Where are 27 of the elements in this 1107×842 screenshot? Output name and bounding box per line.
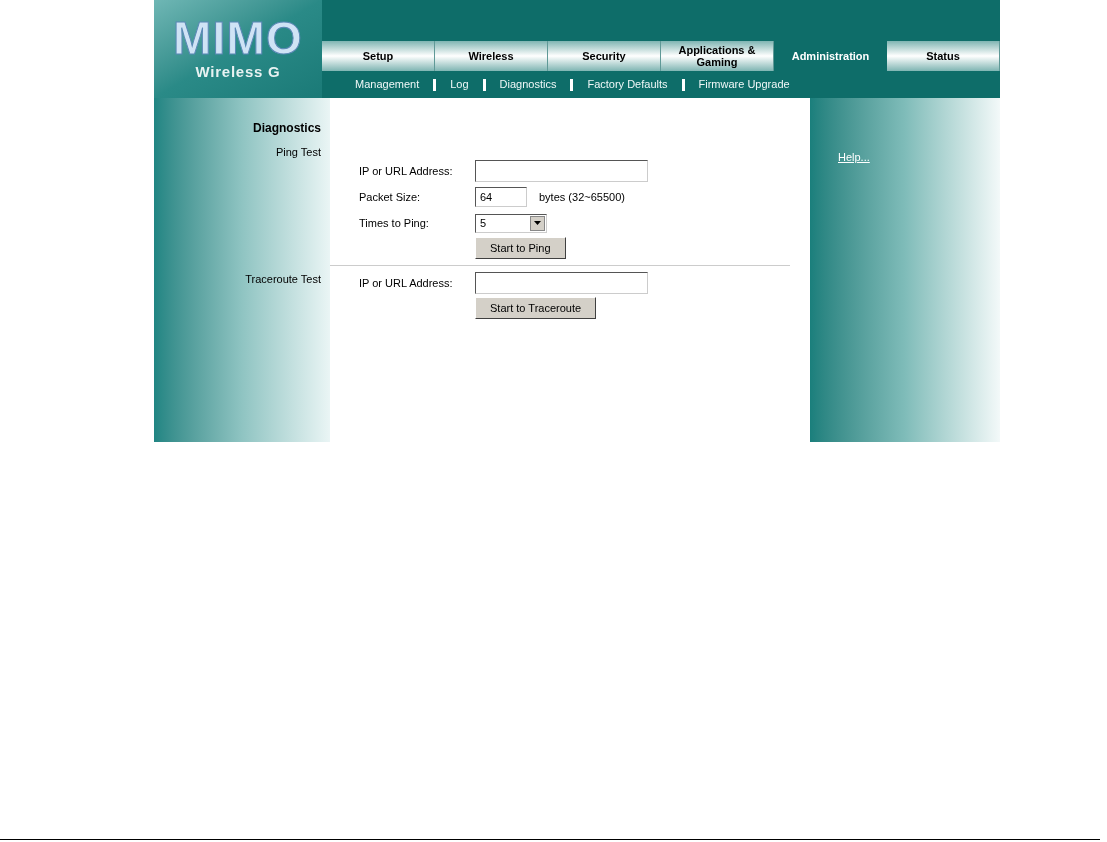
text-field[interactable]: 64 (475, 187, 527, 207)
field-label: Packet Size: (359, 189, 422, 205)
action-button[interactable]: Start to Ping (475, 237, 566, 259)
action-button[interactable]: Start to Traceroute (475, 297, 597, 319)
text-field[interactable] (475, 272, 648, 294)
subnav-link[interactable]: Factory Defaults (587, 76, 668, 93)
field-label: IP or URL Address: (359, 275, 454, 291)
section-label: Ping Test (275, 145, 321, 160)
nav-tab[interactable]: Setup (322, 41, 435, 71)
logo-subtitle: Wireless G (195, 61, 281, 82)
subnav-link[interactable]: Log (450, 76, 469, 93)
sidebar-title: Diagnostics (253, 120, 321, 137)
field-hint: bytes (32~65500) (539, 189, 625, 205)
nav-tab[interactable]: Security (548, 41, 661, 71)
nav-tab[interactable]: Wireless (435, 41, 548, 71)
caret-icon (530, 215, 545, 231)
field-label: IP or URL Address: (359, 163, 454, 179)
section-label: Traceroute Test (245, 272, 321, 287)
subnav-link[interactable]: Firmware Upgrade (698, 76, 790, 93)
subnav-link[interactable]: Management (355, 76, 420, 93)
subnav-link[interactable]: Diagnostics (499, 76, 557, 93)
text-field[interactable] (475, 160, 648, 182)
nav-tab[interactable]: Status (887, 41, 1000, 71)
help-link[interactable]: Help... (838, 151, 870, 163)
nav-tab[interactable]: Applications & Gaming (661, 41, 774, 71)
logo-title: MIMO (173, 14, 303, 61)
field-label: Times to Ping: (359, 215, 430, 231)
